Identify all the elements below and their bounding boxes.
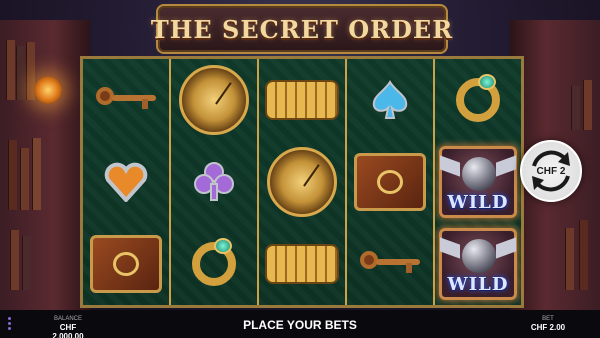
reel-cell <box>83 59 169 141</box>
reel-cell: WILD <box>435 223 521 305</box>
reel-cell <box>259 59 345 141</box>
key-icon <box>360 251 420 273</box>
reel-cell <box>347 59 433 141</box>
bottom-bar: BALANCE CHF 2,000.00 PLACE YOUR BETS BET… <box>0 310 600 338</box>
wild-label: WILD <box>447 274 509 295</box>
book-icon <box>354 153 426 211</box>
game-title-banner: THE SECRET ORDER <box>151 4 452 54</box>
wild-label: WILD <box>447 192 509 213</box>
spin-bet-label: CHF 2 <box>536 165 566 177</box>
reel-2 <box>171 59 259 305</box>
ring-icon <box>192 238 236 286</box>
game-title: THE SECRET ORDER <box>150 14 454 44</box>
reel-3 <box>259 59 347 305</box>
club-icon <box>194 162 234 201</box>
cryptex-icon <box>265 80 339 120</box>
wild-symbol: WILD <box>439 228 517 300</box>
reel-4 <box>347 59 435 305</box>
reel-cell <box>259 141 345 223</box>
key-icon <box>96 87 156 109</box>
reel-cell <box>171 223 257 305</box>
bet-value: CHF 2.00 <box>530 323 566 332</box>
reel-cell <box>347 223 433 305</box>
pocket-watch-icon <box>179 65 249 135</box>
reel-cell <box>171 141 257 223</box>
library-shelf-left <box>0 20 90 310</box>
reel-cell: WILD <box>435 141 521 223</box>
wing-icon <box>496 155 516 177</box>
lamp-icon <box>34 76 62 104</box>
spade-icon <box>372 80 408 119</box>
wing-icon <box>496 237 516 259</box>
heart-icon <box>104 162 148 202</box>
reel-5: WILD WILD <box>435 59 521 305</box>
reel-cell <box>171 59 257 141</box>
cryptex-icon <box>265 244 339 284</box>
status-message: PLACE YOUR BETS <box>243 318 357 332</box>
reel-cell <box>435 59 521 141</box>
reel-cell <box>83 223 169 305</box>
spin-button[interactable]: CHF 2 <box>520 140 582 202</box>
orb-icon <box>462 157 496 191</box>
orb-icon <box>462 239 496 273</box>
reel-1 <box>83 59 171 305</box>
reel-cell <box>347 141 433 223</box>
reel-cell <box>83 141 169 223</box>
book-icon <box>90 235 162 293</box>
bet-display[interactable]: BET CHF 2.00 <box>524 316 572 332</box>
wild-symbol: WILD <box>439 146 517 218</box>
game-stage: THE SECRET ORDER WILD WILD CHF 2 BALANCE… <box>0 0 600 338</box>
ring-icon <box>456 74 500 122</box>
reels-grid: WILD WILD <box>80 56 524 308</box>
reel-cell <box>259 223 345 305</box>
bet-label: BET <box>542 316 554 322</box>
wing-icon <box>440 237 460 259</box>
wing-icon <box>440 155 460 177</box>
pocket-watch-icon <box>267 147 337 217</box>
